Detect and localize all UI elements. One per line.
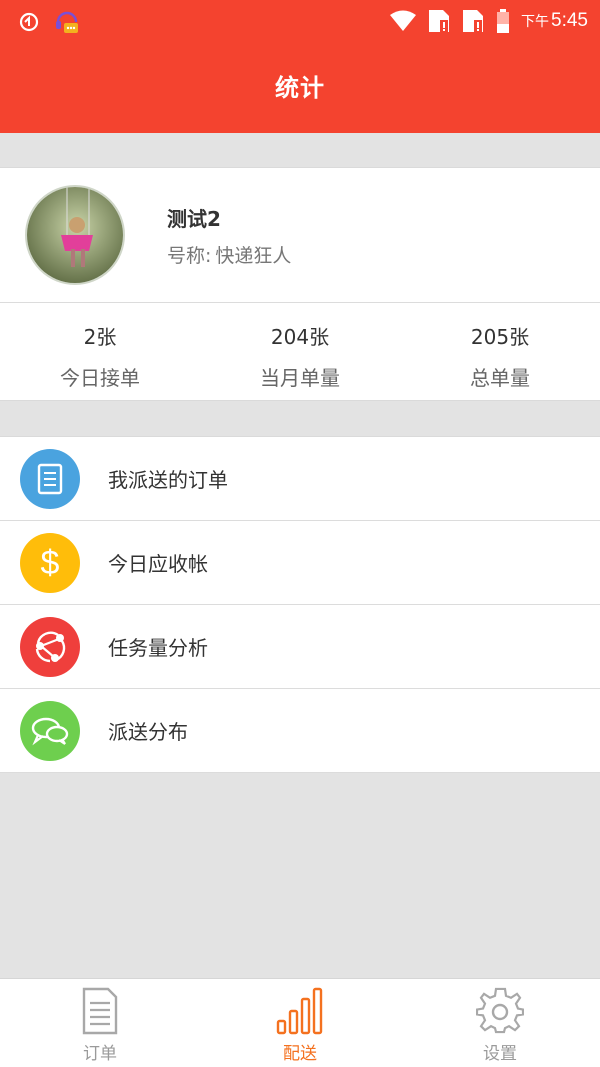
menu-label: 派送分布 <box>108 720 188 744</box>
menu-label: 今日应收帐 <box>108 552 208 576</box>
menu-label: 任务量分析 <box>108 636 208 660</box>
page-title: 统计 <box>275 74 325 102</box>
wifi-icon <box>390 10 417 31</box>
stat-label: 当月单量 <box>260 366 340 390</box>
tab-delivery[interactable]: 配送 <box>200 979 400 1067</box>
bar-chart-icon <box>276 987 323 1035</box>
battery-icon <box>497 9 510 33</box>
menu-list: 我派送的订单 $ 今日应收帐 任务量分析 派送分布 <box>0 436 600 773</box>
menu-item-workload-analysis[interactable]: 任务量分析 <box>0 605 600 689</box>
sim2-icon <box>463 10 484 32</box>
stat-month-orders: 204张 当月单量 <box>200 303 400 402</box>
title-bar: 统计 <box>0 44 600 133</box>
stat-value: 205张 <box>470 325 530 349</box>
status-icons-left <box>18 8 80 36</box>
profile-title: 号称: 快递狂人 <box>167 241 291 268</box>
avatar[interactable] <box>25 185 125 285</box>
menu-item-delivery-distribution[interactable]: 派送分布 <box>0 689 600 773</box>
profile-title-value: 快递狂人 <box>215 245 292 267</box>
stat-total-orders: 205张 总单量 <box>400 303 600 402</box>
tab-orders[interactable]: 订单 <box>0 979 200 1067</box>
avatar-image <box>27 187 123 283</box>
profile-title-label: 号称: <box>167 245 212 267</box>
share-nodes-icon <box>20 617 80 677</box>
sim1-icon <box>429 10 450 32</box>
status-bar: 下午 5:45 <box>0 0 600 44</box>
stat-label: 总单量 <box>470 366 530 390</box>
tab-label: 订单 <box>83 1044 117 1064</box>
tab-label: 配送 <box>283 1044 317 1064</box>
headset-chat-icon <box>56 11 78 33</box>
chat-bubbles-icon <box>20 701 80 761</box>
profile-name: 测试2 <box>167 207 221 231</box>
menu-item-my-deliveries[interactable]: 我派送的订单 <box>0 437 600 521</box>
dollar-icon: $ <box>20 533 80 593</box>
tab-settings[interactable]: 设置 <box>400 979 600 1067</box>
bottom-tab-bar: 订单 配送 设置 <box>0 978 600 1067</box>
menu-item-today-receivable[interactable]: $ 今日应收帐 <box>0 521 600 605</box>
profile-card: 测试2 号称: 快递狂人 2张 今日接单 204张 当月单量 205张 总单量 <box>0 167 600 401</box>
gear-icon <box>476 987 524 1034</box>
order-list-icon <box>82 987 118 1035</box>
stats-row: 2张 今日接单 204张 当月单量 205张 总单量 <box>0 303 600 402</box>
stat-value: 204张 <box>270 325 330 349</box>
menu-label: 我派送的订单 <box>108 468 228 492</box>
stat-value: 2张 <box>83 325 117 349</box>
clock: 下午 5:45 <box>521 10 588 31</box>
stat-label: 今日接单 <box>60 366 140 390</box>
sync-icon <box>19 12 39 32</box>
tab-label: 设置 <box>483 1044 517 1064</box>
status-icons-right: 下午 5:45 <box>389 8 588 34</box>
stat-today-orders: 2张 今日接单 <box>0 303 200 402</box>
document-icon <box>20 449 80 509</box>
